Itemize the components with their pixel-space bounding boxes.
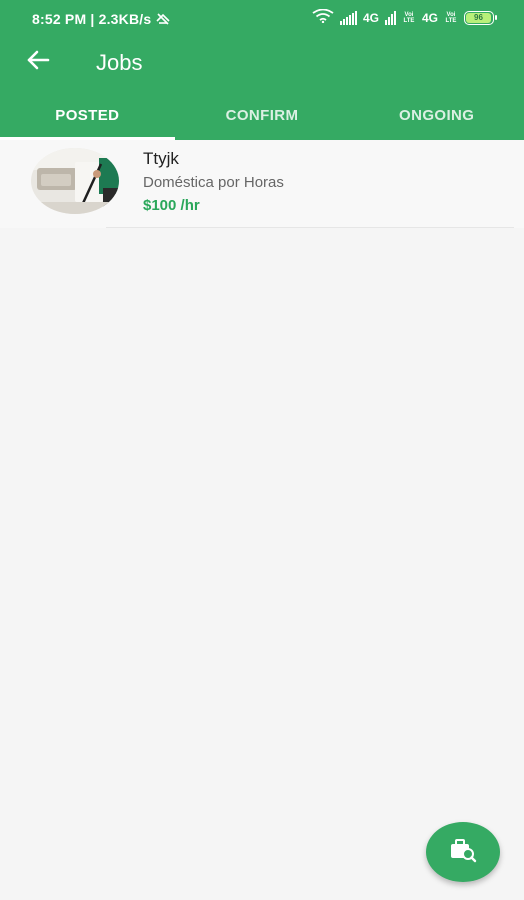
status-time-speed: 8:52 PM | 2.3KB/s (32, 11, 152, 27)
status-bar: 8:52 PM | 2.3KB/s 4G Voi LTE 4G Voi LTE … (0, 0, 524, 38)
wifi-icon (312, 8, 334, 26)
volte-label-2: Voi LTE (445, 11, 457, 24)
battery-icon: 96 (464, 10, 497, 25)
briefcase-search-icon (448, 837, 478, 868)
tab-ongoing-label: ONGOING (399, 107, 475, 124)
job-list-item[interactable]: Ttyjk Doméstica por Horas $100 /hr (0, 140, 524, 228)
list-divider (106, 227, 514, 228)
job-category: Doméstica por Horas (143, 174, 284, 191)
signal-strength-icon (339, 10, 357, 25)
toolbar: Jobs (0, 38, 524, 86)
status-right: 4G Voi LTE 4G Voi LTE 96 (312, 8, 497, 26)
job-rate: $100 /hr (143, 197, 200, 214)
tab-ongoing[interactable]: ONGOING (349, 92, 524, 140)
jobs-list: Ttyjk Doméstica por Horas $100 /hr (0, 140, 524, 228)
app-screen: 8:52 PM | 2.3KB/s 4G Voi LTE 4G Voi LTE … (0, 0, 524, 900)
battery-level: 96 (466, 12, 491, 23)
tab-bar: POSTED CONFIRM ONGOING (0, 92, 524, 140)
app-header: 8:52 PM | 2.3KB/s 4G Voi LTE 4G Voi LTE … (0, 0, 524, 140)
search-jobs-fab-button[interactable] (426, 822, 500, 882)
tab-posted[interactable]: POSTED (0, 92, 175, 140)
job-thumbnail (31, 148, 119, 214)
volte-label: Voi LTE (403, 11, 415, 24)
back-button[interactable] (20, 46, 56, 78)
network-type-2: 4G (421, 10, 438, 25)
status-left: 8:52 PM | 2.3KB/s (32, 11, 171, 27)
page-title: Jobs (96, 50, 143, 75)
tab-posted-label: POSTED (55, 107, 120, 124)
signal-strength-icon-2 (384, 10, 396, 25)
tab-confirm[interactable]: CONFIRM (175, 92, 350, 140)
network-type-1: 4G (362, 10, 379, 25)
job-info: Ttyjk Doméstica por Horas $100 /hr (143, 148, 284, 217)
job-title: Ttyjk (143, 149, 179, 168)
arrow-left-icon (26, 50, 50, 75)
sync-off-icon (155, 12, 171, 26)
tab-confirm-label: CONFIRM (225, 107, 299, 124)
